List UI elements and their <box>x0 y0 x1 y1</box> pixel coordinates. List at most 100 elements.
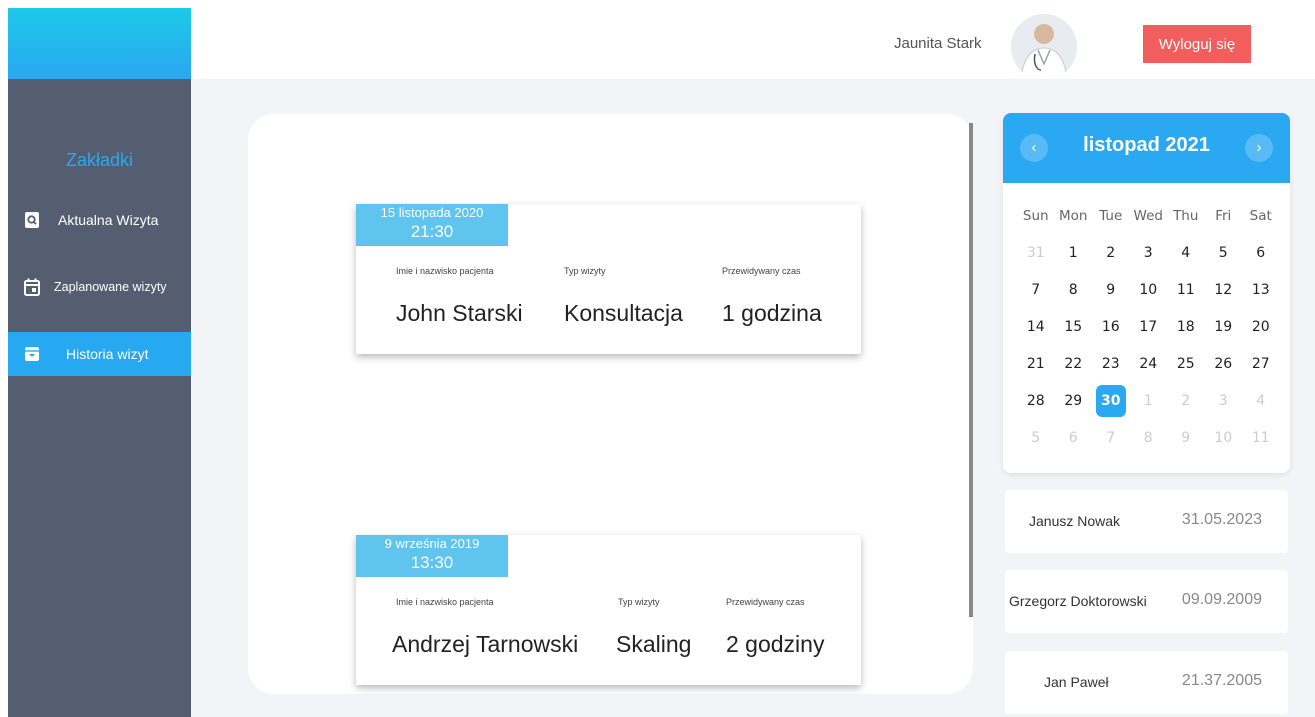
main-content: 15 listopada 2020 21:30 Imie i nazwisko … <box>191 79 1315 717</box>
calendar-day[interactable]: 10 <box>1130 282 1168 298</box>
list-item-name: Jan Paweł <box>1044 674 1109 690</box>
calendar-day-number: 15 <box>1064 318 1083 335</box>
calendar-day-number: 25 <box>1176 355 1195 372</box>
weekday-row: Sun Mon Tue Wed Thu Fri Sat <box>1017 197 1280 234</box>
calendar-day-number: 4 <box>1181 244 1191 261</box>
calendar-day[interactable]: 11 <box>1167 282 1205 298</box>
list-item[interactable]: Jan Paweł 21.37.2005 <box>1005 651 1288 714</box>
calendar-day[interactable]: 6 <box>1242 245 1280 261</box>
calendar-day[interactable]: 14 <box>1017 319 1055 335</box>
calendar-day[interactable]: 29 <box>1055 393 1093 409</box>
visits-scrollbar[interactable] <box>969 123 973 617</box>
visit-duration: 2 godziny <box>726 631 825 657</box>
duration-label: Przewidywany czas <box>726 597 805 607</box>
sidebar-item-current-visit[interactable]: Aktualna Wizyta <box>8 198 191 242</box>
calendar-icon <box>24 277 40 297</box>
calendar-day[interactable]: 9 <box>1092 282 1130 298</box>
sidebar: Zakładki Aktualna Wizyta Zaplanowane wiz… <box>8 8 191 717</box>
calendar-day[interactable]: 3 <box>1205 393 1243 409</box>
avatar[interactable] <box>1011 14 1077 80</box>
calendar-day[interactable]: 23 <box>1092 356 1130 372</box>
calendar-day[interactable]: 7 <box>1017 282 1055 298</box>
visit-history-panel: 15 listopada 2020 21:30 Imie i nazwisko … <box>248 114 973 694</box>
calendar-day-selected[interactable]: 30 <box>1092 384 1130 417</box>
calendar-day[interactable]: 19 <box>1205 319 1243 335</box>
week-row: 28 29 30 1 2 3 4 <box>1017 382 1280 419</box>
calendar-day[interactable]: 11 <box>1242 430 1280 446</box>
week-row: 31 1 2 3 4 5 6 <box>1017 234 1280 271</box>
sidebar-item-planned-visits[interactable]: Zaplanowane wizyty <box>8 265 191 309</box>
visit-type-label: Typ wizyty <box>564 266 606 276</box>
calendar-day[interactable]: 16 <box>1092 319 1130 335</box>
archive-icon <box>24 344 40 364</box>
calendar-day[interactable]: 17 <box>1130 319 1168 335</box>
calendar-day[interactable]: 9 <box>1167 430 1205 446</box>
patient-name-label: Imie i nazwisko pacjenta <box>396 266 494 276</box>
calendar-day[interactable]: 4 <box>1167 245 1205 261</box>
calendar-day-number: 8 <box>1143 429 1153 446</box>
calendar-day[interactable]: 1 <box>1055 245 1093 261</box>
calendar-day[interactable]: 10 <box>1205 430 1243 446</box>
calendar-day-number: 9 <box>1181 429 1191 446</box>
calendar-day[interactable]: 24 <box>1130 356 1168 372</box>
calendar-day-number: 18 <box>1176 318 1195 335</box>
patient-name-label: Imie i nazwisko pacjenta <box>396 597 494 607</box>
calendar-day[interactable]: 28 <box>1017 393 1055 409</box>
weekday-label: Sat <box>1249 207 1272 224</box>
weekday-label: Wed <box>1133 207 1163 224</box>
calendar-day-number: 8 <box>1068 281 1078 298</box>
calendar-day-number: 19 <box>1214 318 1233 335</box>
calendar-day[interactable]: 31 <box>1017 245 1055 261</box>
visit-card[interactable]: 9 września 2019 13:30 Imie i nazwisko pa… <box>356 535 861 685</box>
calendar-day[interactable]: 2 <box>1092 245 1130 261</box>
calendar-day-number: 2 <box>1106 244 1116 261</box>
calendar-header: ‹ listopad 2021 › <box>1003 113 1290 183</box>
calendar-day[interactable]: 7 <box>1092 430 1130 446</box>
calendar-day-number: 9 <box>1106 281 1116 298</box>
calendar-day-number: 10 <box>1139 281 1158 298</box>
calendar-day[interactable]: 5 <box>1205 245 1243 261</box>
weekday-label: Thu <box>1173 207 1199 224</box>
calendar-day-number: 10 <box>1214 429 1233 446</box>
calendar-day[interactable]: 6 <box>1055 430 1093 446</box>
calendar-day[interactable]: 20 <box>1242 319 1280 335</box>
list-item-date: 09.09.2009 <box>1181 591 1262 608</box>
calendar-day[interactable]: 1 <box>1130 393 1168 409</box>
calendar-day[interactable]: 4 <box>1242 393 1280 409</box>
calendar-day[interactable]: 12 <box>1205 282 1243 298</box>
calendar: ‹ listopad 2021 › Sun Mon Tue Wed Thu Fri Sat 3… <box>1003 113 1290 473</box>
week-row: 5 6 7 8 9 10 11 <box>1017 419 1280 456</box>
next-month-button[interactable]: › <box>1245 134 1273 162</box>
calendar-day[interactable]: 27 <box>1242 356 1280 372</box>
calendar-day-number: 29 <box>1064 392 1083 409</box>
visit-date: 15 listopada 2020 <box>380 205 484 220</box>
calendar-day[interactable]: 21 <box>1017 356 1055 372</box>
visit-date-badge: 15 listopada 2020 21:30 <box>356 204 508 246</box>
calendar-day[interactable]: 5 <box>1017 430 1055 446</box>
calendar-day[interactable]: 15 <box>1055 319 1093 335</box>
calendar-day-number: 28 <box>1026 392 1045 409</box>
calendar-day-number: 7 <box>1031 281 1041 298</box>
logout-button[interactable]: Wyloguj się <box>1143 25 1251 63</box>
calendar-day[interactable]: 25 <box>1167 356 1205 372</box>
sidebar-item-visit-history[interactable]: Historia wizyt <box>8 332 191 376</box>
sidebar-item-label: Aktualna Wizyta <box>58 212 159 228</box>
calendar-day[interactable]: 8 <box>1055 282 1093 298</box>
list-item-date: 31.05.2023 <box>1181 511 1262 528</box>
calendar-day[interactable]: 22 <box>1055 356 1093 372</box>
calendar-day[interactable]: 26 <box>1205 356 1243 372</box>
calendar-day-number: 21 <box>1026 355 1045 372</box>
visit-card[interactable]: 15 listopada 2020 21:30 Imie i nazwisko … <box>356 204 861 354</box>
calendar-day[interactable]: 2 <box>1167 393 1205 409</box>
calendar-day[interactable]: 3 <box>1130 245 1168 261</box>
list-item[interactable]: Grzegorz Doktorowski 09.09.2009 <box>1005 570 1288 633</box>
calendar-day-number: 5 <box>1031 429 1041 446</box>
calendar-day[interactable]: 18 <box>1167 319 1205 335</box>
search-doc-icon <box>24 210 40 230</box>
calendar-day-number: 13 <box>1251 281 1270 298</box>
visit-time: 13:30 <box>410 553 454 572</box>
list-item[interactable]: Janusz Nowak 31.05.2023 <box>1005 490 1288 553</box>
calendar-day[interactable]: 8 <box>1130 430 1168 446</box>
calendar-day[interactable]: 13 <box>1242 282 1280 298</box>
sidebar-heading: Zakładki <box>65 150 134 170</box>
